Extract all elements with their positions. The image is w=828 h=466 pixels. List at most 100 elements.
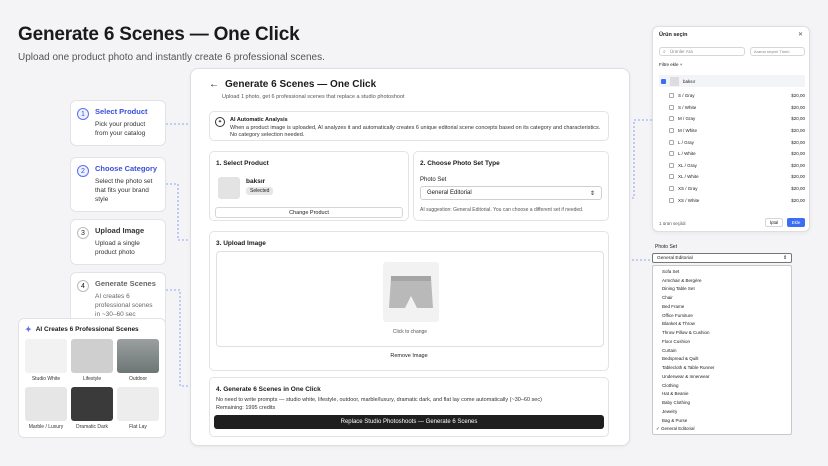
step-number: 2 bbox=[77, 165, 89, 177]
dropdown-option[interactable]: Hat & Beanie bbox=[653, 390, 791, 399]
step-desc: AI creates 6 professional scenes in ~30–… bbox=[95, 293, 153, 319]
dropdown-option[interactable]: Clothing bbox=[653, 381, 791, 390]
product-thumbnail bbox=[218, 177, 240, 199]
variant-row[interactable]: S / Gray $20,00 bbox=[659, 90, 805, 102]
variant-name: M / White bbox=[678, 128, 698, 134]
generate-card: 4. Generate 6 Scenes in One Click No nee… bbox=[209, 377, 609, 437]
variant-price: $20,00 bbox=[791, 128, 805, 134]
dropdown-option[interactable]: Throw Pillow & Cushion bbox=[653, 328, 791, 337]
variant-name: XL / White bbox=[678, 174, 699, 180]
dropdown-option[interactable]: Jewelry bbox=[653, 407, 791, 416]
main-subtitle: Upload 1 photo, get 6 professional scene… bbox=[222, 94, 405, 100]
dropdown-options: Sofa Set Armchair & Bergère Dining Table S… bbox=[652, 265, 792, 436]
scene-card[interactable]: Lifestyle bbox=[71, 339, 113, 382]
dropdown-option[interactable]: Blanket & Throw bbox=[653, 320, 791, 329]
scene-card[interactable]: Dramatic Dark bbox=[71, 387, 113, 430]
scene-card[interactable]: Studio White bbox=[25, 339, 67, 382]
variant-row[interactable]: XS / White $20,00 bbox=[659, 194, 805, 206]
dropdown-option[interactable]: Curtain bbox=[653, 346, 791, 355]
ai-suggestion: AI suggestion: General Editorial. You ca… bbox=[420, 207, 584, 213]
photo-set-select[interactable]: General Editorial ⇕ bbox=[420, 186, 602, 200]
scene-card[interactable]: Marble / Luxury bbox=[25, 387, 67, 430]
change-product-button[interactable]: Change Product bbox=[215, 207, 403, 218]
sparkle-icon: ✦ bbox=[25, 325, 32, 334]
variant-price: $20,00 bbox=[791, 197, 805, 203]
variant-row[interactable]: L / Gray $20,00 bbox=[659, 136, 805, 148]
variant-row[interactable]: M / Gray $20,00 bbox=[659, 113, 805, 125]
cancel-button[interactable]: İptal bbox=[765, 218, 783, 227]
scene-caption: Lifestyle bbox=[82, 376, 102, 382]
variant-row[interactable]: M / White $20,00 bbox=[659, 125, 805, 137]
dropdown-value: General Editorial bbox=[657, 255, 693, 261]
variant-name: XS / White bbox=[678, 197, 700, 203]
dropdown-option[interactable]: Dining Table Set bbox=[653, 285, 791, 294]
dropdown-select[interactable]: General Editorial ⇕ bbox=[652, 253, 792, 263]
remove-image-button[interactable]: Remove Image bbox=[210, 353, 608, 359]
add-button[interactable]: Ekle bbox=[787, 218, 805, 227]
product-select-modal: Ürün seçin ✕ ⌕ Ürünler Ara Arama seçimi … bbox=[652, 26, 810, 232]
generate-button[interactable]: Replace Studio Photoshoots — Generate 6 … bbox=[214, 415, 604, 429]
product-name: baksır bbox=[246, 178, 266, 185]
dropdown-option[interactable]: ✓ General Editorial bbox=[653, 425, 791, 434]
step-select-product[interactable]: 1 Select Product Pick your product from … bbox=[70, 100, 166, 147]
back-arrow-icon[interactable]: ← bbox=[209, 79, 219, 90]
step-desc: Select the photo set that fits your bran… bbox=[95, 178, 153, 204]
scene-card[interactable]: Flat Lay bbox=[117, 387, 159, 430]
search-scope-select[interactable]: Arama seçimi Tümü bbox=[750, 47, 805, 56]
variant-row[interactable]: XL / White $20,00 bbox=[659, 171, 805, 183]
scene-image bbox=[25, 387, 67, 421]
scene-card[interactable]: Outdoor bbox=[117, 339, 159, 382]
page-header: Generate 6 Scenes — One Click Upload one… bbox=[18, 24, 325, 63]
add-filter-button[interactable]: Filtre ekle + bbox=[659, 62, 682, 67]
photo-set-dropdown: Photo Set General Editorial ⇕ Sofa Set Ar… bbox=[652, 244, 792, 439]
scene-image bbox=[117, 387, 159, 421]
search-icon: ⌕ bbox=[663, 49, 666, 55]
variant-name: S / White bbox=[678, 104, 697, 110]
step-number: 4 bbox=[77, 280, 89, 292]
variant-row[interactable]: S / White $20,00 bbox=[659, 102, 805, 114]
variant-row[interactable]: XS / Gray $20,00 bbox=[659, 183, 805, 195]
variant-row[interactable]: L / White $20,00 bbox=[659, 148, 805, 160]
photo-set-card: 2. Choose Photo Set Type Photo Set Gener… bbox=[413, 151, 609, 221]
dropdown-option[interactable]: Armchair & Bergère bbox=[653, 276, 791, 285]
scenes-gallery: ✦ AI Creates 6 Professional Scenes Studi… bbox=[18, 318, 166, 438]
step-upload-image[interactable]: 3 Upload Image Upload a single product p… bbox=[70, 219, 166, 266]
dropdown-option[interactable]: Floor Cushion bbox=[653, 337, 791, 346]
dropdown-option[interactable]: Office Furniture bbox=[653, 311, 791, 320]
product-search-input[interactable]: ⌕ Ürünler Ara bbox=[659, 47, 745, 56]
dropdown-option[interactable]: Tablecloth & Table Runner bbox=[653, 363, 791, 372]
scene-image bbox=[71, 339, 113, 373]
dropdown-option[interactable]: Chair bbox=[653, 293, 791, 302]
scene-image bbox=[71, 387, 113, 421]
dropdown-option[interactable]: Underwear & Innerwear bbox=[653, 372, 791, 381]
dropdown-option[interactable]: Baby Clothing bbox=[653, 398, 791, 407]
dropdown-option[interactable]: Bed Frame bbox=[653, 302, 791, 311]
variant-price: $20,00 bbox=[791, 104, 805, 110]
dropdown-option[interactable]: Bedspread & Quilt bbox=[653, 355, 791, 364]
step-desc: Pick your product from your catalog bbox=[95, 121, 146, 138]
variant-name: XL / Gray bbox=[678, 162, 697, 168]
variant-row[interactable]: XL / Gray $20,00 bbox=[659, 160, 805, 172]
card-title: 4. Generate 6 Scenes in One Click bbox=[216, 386, 321, 393]
card-title: 1. Select Product bbox=[216, 160, 269, 167]
dropdown-option[interactable]: Bag & Purse bbox=[653, 416, 791, 425]
variant-name: L / Gray bbox=[678, 139, 694, 145]
card-title: 2. Choose Photo Set Type bbox=[420, 160, 500, 167]
step-choose-category[interactable]: 2 Choose Category Select the photo set t… bbox=[70, 157, 166, 213]
close-icon[interactable]: ✕ bbox=[798, 31, 803, 38]
ai-info-icon: ✦ bbox=[215, 117, 225, 127]
chevron-updown-icon: ⇕ bbox=[589, 190, 595, 197]
variant-price: $20,00 bbox=[791, 162, 805, 168]
product-checkbox[interactable] bbox=[661, 78, 666, 84]
gallery-title-row: ✦ AI Creates 6 Professional Scenes bbox=[25, 325, 159, 334]
uploaded-image bbox=[383, 262, 439, 322]
product-row[interactable]: baksır bbox=[659, 75, 805, 87]
image-dropzone[interactable]: Click to change bbox=[216, 251, 604, 347]
variant-name: S / Gray bbox=[678, 93, 695, 99]
step-desc: Upload a single product photo bbox=[95, 240, 140, 257]
step-number: 3 bbox=[77, 227, 89, 239]
upload-image-card: 3. Upload Image Click to change Remove I… bbox=[209, 231, 609, 371]
info-text: When a product image is uploaded, AI ana… bbox=[230, 125, 601, 139]
step-title: Generate Scenes bbox=[95, 279, 156, 288]
dropdown-option[interactable]: Sofa Set bbox=[653, 267, 791, 276]
